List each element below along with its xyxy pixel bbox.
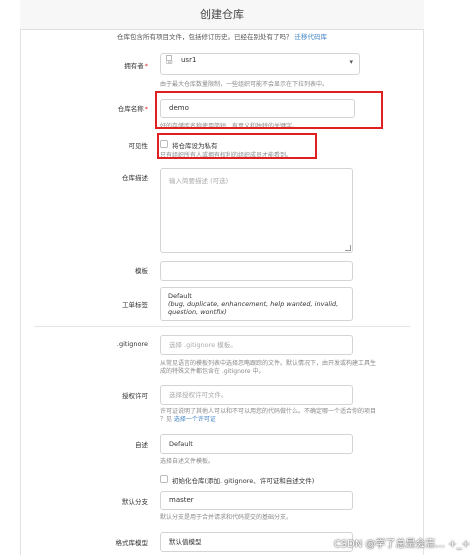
auto-init-checkbox[interactable]	[160, 475, 168, 483]
repo-name-label: 仓库名称*	[117, 105, 148, 113]
description-textarea[interactable]: 输入简要描述 (可选)	[160, 168, 353, 253]
section-divider	[34, 326, 410, 327]
object-format-value: 默认值模型	[169, 538, 202, 546]
license-dropdown[interactable]: 选择授权许可文件。	[160, 385, 353, 405]
gitignore-placeholder: 选择 .gitignore 模板。	[169, 341, 237, 349]
issue-labels-detail-2: question, wontfix)	[168, 308, 227, 316]
choose-license-link[interactable]: 选择一个许可证	[174, 416, 216, 423]
gitignore-help-2: 成的特殊文件都包含在 .gitignore 中。	[160, 368, 265, 375]
issue-labels-label: 工单标签	[122, 301, 148, 309]
issue-labels-detail-1: (bug, duplicate, enhancement, help wante…	[168, 300, 339, 308]
owner-label: 拥有者*	[124, 62, 148, 70]
auto-init-checkbox-label[interactable]: 初始化仓库(添加. gitignore、许可证和自述文件)	[172, 475, 314, 485]
issue-labels-value: Default	[168, 292, 192, 300]
license-label: 授权许可	[122, 392, 148, 400]
visibility-label: 可见性	[128, 142, 149, 150]
owner-dropdown[interactable]: usr usr1 ▾	[160, 53, 360, 75]
gitignore-dropdown[interactable]: 选择 .gitignore 模板。	[160, 335, 353, 355]
readme-label: 自述	[135, 441, 148, 449]
template-dropdown[interactable]	[160, 261, 353, 281]
object-format-dropdown[interactable]: 默认值模型	[160, 532, 353, 552]
migrate-repo-link[interactable]: 迁移代码库	[295, 33, 328, 41]
owner-help: 由于最大仓库数量限制，一些组织可能不会显示在下拉列表中。	[160, 81, 329, 88]
chevron-down-icon: ▾	[349, 58, 353, 66]
gitignore-label: .gitignore	[116, 340, 148, 348]
highlight-box-visibility	[157, 133, 317, 159]
resize-handle-icon[interactable]	[345, 245, 351, 251]
readme-dropdown[interactable]: Default	[160, 434, 353, 454]
readme-help: 选择自述文件模板。	[160, 458, 215, 465]
highlight-box-repo-name	[155, 91, 383, 129]
default-branch-label: 默认分支	[122, 498, 148, 506]
description-label: 仓库描述	[122, 174, 148, 182]
license-help-2: ？见 选择一个许可证	[160, 416, 216, 423]
intro-description: 仓库包含所有项目文件，包括修订历史。已经在别处有了吗？	[116, 33, 293, 41]
avatar: usr	[166, 55, 178, 74]
required-mark: *	[144, 105, 148, 113]
issue-labels-dropdown[interactable]: Default (bug, duplicate, enhancement, he…	[160, 287, 353, 321]
description-placeholder: 输入简要描述 (可选)	[169, 177, 229, 185]
owner-name: usr1	[181, 56, 197, 64]
page-title: 创建仓库	[20, 0, 424, 30]
required-mark: *	[144, 62, 148, 70]
default-branch-help: 默认分支是用于合并请求和代码提交的基础分支。	[160, 514, 293, 521]
license-placeholder: 选择授权许可文件。	[169, 391, 228, 399]
template-label: 模板	[135, 267, 148, 275]
default-branch-input[interactable]: master	[160, 491, 353, 510]
watermark: CSDN @学了总是会忘... +_+	[333, 539, 470, 550]
object-format-label: 格式库模型	[115, 539, 149, 547]
intro-text: 仓库包含所有项目文件，包括修订历史。已经在别处有了吗？ 迁移代码库	[20, 31, 424, 41]
readme-value: Default	[169, 440, 193, 448]
